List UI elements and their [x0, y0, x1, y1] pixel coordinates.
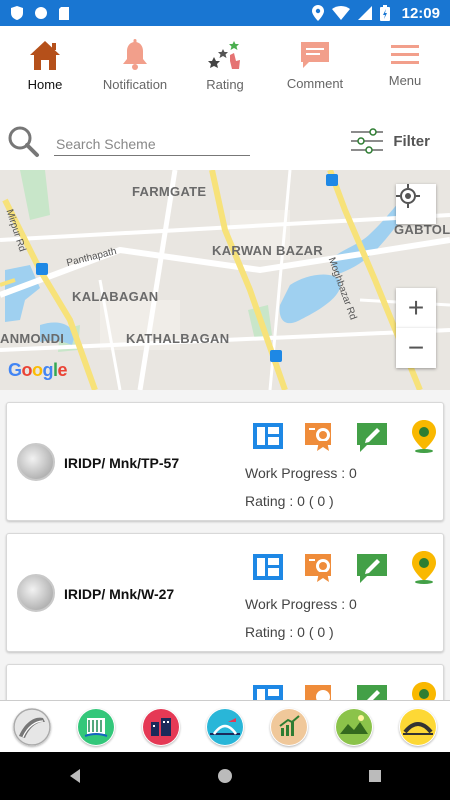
location-pin-icon[interactable] — [407, 419, 441, 453]
nav-notification[interactable]: Notification — [90, 26, 180, 104]
circle-icon — [35, 7, 47, 19]
nav-comment-label: Comment — [286, 75, 344, 91]
nav-home[interactable]: Home — [0, 26, 90, 104]
nav-menu-label: Menu — [388, 72, 422, 88]
growth-chart-category-icon[interactable] — [270, 708, 308, 746]
rating-label: Rating : — [245, 624, 294, 640]
rating: Rating : 0 ( 0 ) — [245, 493, 334, 509]
map-label-anmondi: ANMONDI — [0, 331, 65, 346]
scheme-card[interactable]: IRIDP/ Mnk/TP-57 Work Progress : 0 Ratin… — [6, 402, 444, 521]
battery-icon — [379, 5, 390, 21]
rating-value: 0 ( 0 ) — [297, 493, 334, 509]
nav-notification-label: Notification — [102, 76, 168, 92]
top-navigation: Home Notification Rating Comment Menu — [0, 26, 450, 104]
sd-card-icon — [59, 6, 69, 20]
google-logo: Google — [8, 360, 68, 380]
filter-sliders-icon — [351, 128, 384, 154]
hamburger-menu-icon — [391, 44, 419, 64]
nav-comment[interactable]: Comment — [270, 26, 360, 104]
work-progress-label: Work Progress : — [245, 596, 346, 612]
shield-icon — [11, 6, 23, 20]
search-input[interactable]: Search Scheme — [54, 132, 250, 156]
map-label-farmgate: FARMGATE — [132, 184, 207, 199]
edit-comment-icon[interactable] — [355, 550, 389, 584]
work-progress: Work Progress : 0 — [245, 596, 357, 612]
dashboard-icon[interactable] — [251, 419, 285, 453]
back-icon[interactable] — [66, 767, 84, 785]
nav-home-label: Home — [27, 76, 63, 92]
search-icon[interactable] — [6, 124, 40, 158]
crosshair-icon — [396, 184, 420, 208]
edit-comment-icon[interactable] — [355, 419, 389, 453]
rating-label: Rating : — [245, 493, 294, 509]
scheme-actions — [251, 419, 441, 453]
map-view[interactable]: FARMGATE KARWAN BAZAR KALABAGAN KATHALBA… — [0, 170, 450, 390]
map-label-karwan-bazar: KARWAN BAZAR — [212, 243, 323, 258]
rating-value: 0 ( 0 ) — [297, 624, 334, 640]
my-location-button[interactable] — [396, 184, 436, 224]
award-certificate-icon[interactable] — [303, 550, 337, 584]
nav-rating[interactable]: Rating — [180, 26, 270, 104]
scheme-title: IRIDP/ Mnk/W-27 — [64, 586, 175, 602]
recents-square-icon[interactable] — [366, 767, 384, 785]
wifi-icon — [331, 6, 350, 20]
bell-icon — [123, 38, 147, 70]
map-label-gabtol: GABTOL — [394, 222, 450, 237]
work-progress-value: 0 — [349, 465, 357, 481]
map-label-kalabagan: KALABAGAN — [72, 289, 159, 304]
rating: Rating : 0 ( 0 ) — [245, 624, 334, 640]
scheme-avatar — [17, 574, 55, 612]
search-row: Search Scheme Filter — [0, 104, 450, 170]
app-screen: 12:09 Home Notification Rating Comment M… — [0, 0, 450, 800]
location-pin-icon[interactable] — [407, 550, 441, 584]
filter-label: Filter — [393, 132, 430, 150]
nav-rating-label: Rating — [206, 76, 244, 92]
system-navigation-bar — [0, 752, 450, 800]
scheme-list[interactable]: IRIDP/ Mnk/TP-57 Work Progress : 0 Ratin… — [0, 390, 450, 700]
scheme-avatar — [17, 443, 55, 481]
award-certificate-icon[interactable] — [303, 681, 337, 700]
scheme-title: IRIDP/ Mnk/TP-57 — [64, 455, 180, 471]
bridge-category-icon[interactable] — [206, 708, 244, 746]
location-icon — [311, 5, 324, 21]
dashboard-icon[interactable] — [251, 550, 285, 584]
map-label-kathalbagan: KATHALBAGAN — [126, 331, 230, 346]
scheme-actions — [251, 681, 441, 700]
comment-icon — [301, 41, 329, 68]
scheme-actions — [251, 550, 441, 584]
dashboard-icon[interactable] — [251, 681, 285, 700]
scheme-card[interactable] — [6, 664, 444, 700]
status-bar: 12:09 — [0, 0, 450, 26]
scheme-card[interactable]: IRIDP/ Mnk/W-27 Work Progress : 0 Rating… — [6, 533, 444, 652]
edit-comment-icon[interactable] — [355, 681, 389, 700]
award-certificate-icon[interactable] — [303, 419, 337, 453]
zoom-in-button[interactable]: + — [396, 288, 436, 328]
home-circle-icon[interactable] — [216, 767, 234, 785]
work-progress: Work Progress : 0 — [245, 465, 357, 481]
work-progress-value: 0 — [349, 596, 357, 612]
culvert-category-icon[interactable] — [399, 708, 437, 746]
landscape-category-icon[interactable] — [335, 708, 373, 746]
home-icon — [30, 40, 60, 70]
status-time: 12:09 — [401, 4, 440, 22]
road-category-icon[interactable] — [13, 707, 51, 746]
signal-icon — [357, 6, 372, 20]
nav-menu[interactable]: Menu — [360, 26, 450, 104]
category-bar — [0, 700, 450, 752]
zoom-out-button[interactable]: − — [396, 328, 436, 368]
dam-category-icon[interactable] — [77, 708, 115, 746]
work-progress-label: Work Progress : — [245, 465, 346, 481]
location-pin-icon[interactable] — [407, 681, 441, 700]
rating-stars-icon — [208, 40, 240, 69]
building-category-icon[interactable] — [142, 708, 180, 746]
filter-button[interactable]: Filter — [351, 128, 430, 154]
map-canvas — [0, 170, 450, 390]
